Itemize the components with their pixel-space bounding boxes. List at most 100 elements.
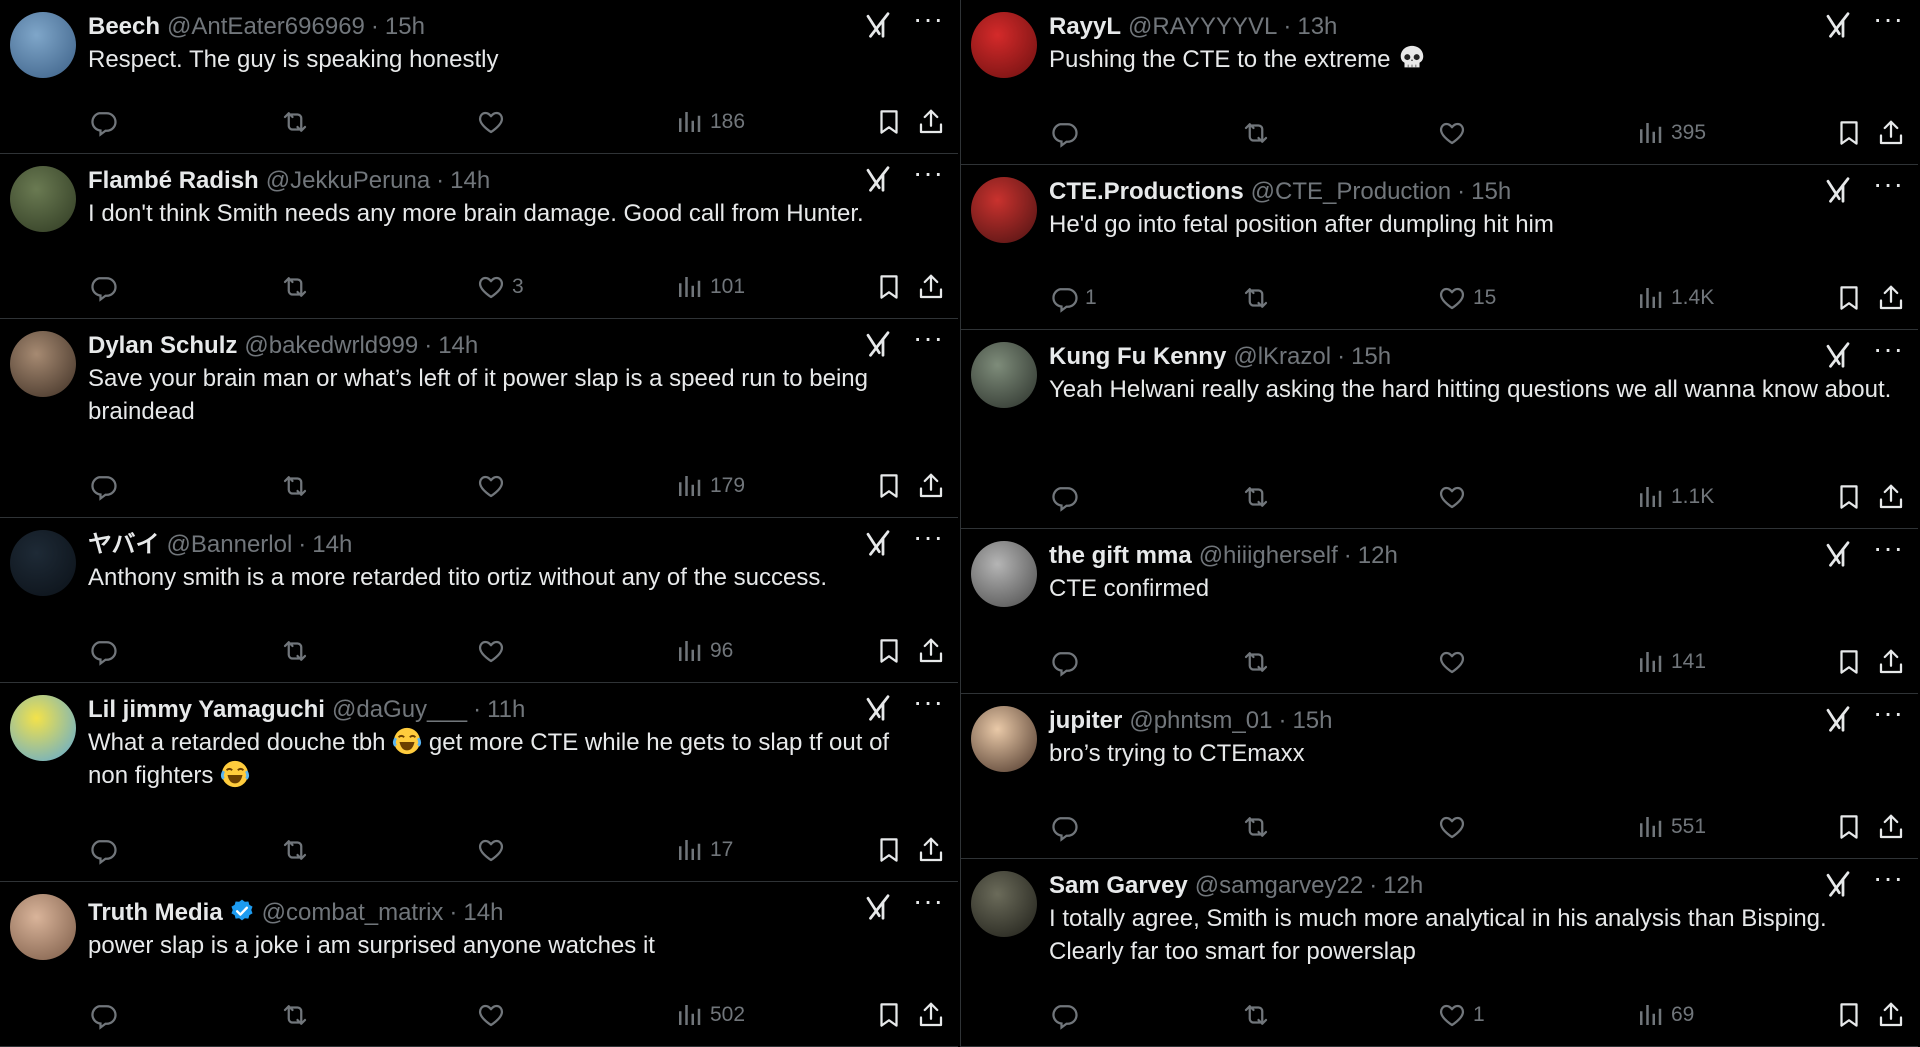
display-name[interactable]: CTE.Productions [1049,177,1244,207]
bookmark-button[interactable] [874,833,904,867]
tweet[interactable]: CTE.Productions @CTE_Production · 15h ··… [961,165,1918,330]
avatar[interactable] [10,695,76,761]
retweet-button[interactable] [1241,480,1271,514]
timestamp[interactable]: 14h [463,898,503,928]
share-button[interactable] [1876,810,1906,844]
display-name[interactable]: Flambé Radish [88,166,259,196]
retweet-button[interactable] [280,105,310,139]
avatar[interactable] [971,541,1037,607]
reply-button[interactable] [88,634,124,668]
retweet-button[interactable] [1241,645,1271,679]
user-handle[interactable]: @lKrazol [1233,342,1331,372]
user-handle[interactable]: @daGuy___ [332,695,467,725]
user-handle[interactable]: @AntEater696969 [167,12,365,42]
like-button[interactable] [476,105,512,139]
user-handle[interactable]: @RAYYYYVL [1128,12,1277,42]
reply-button[interactable] [88,469,124,503]
timestamp[interactable]: 12h [1383,871,1423,901]
reply-button[interactable] [1049,645,1085,679]
retweet-button[interactable] [280,270,310,304]
grok-icon[interactable] [863,164,893,194]
grok-icon[interactable] [1823,10,1853,40]
user-handle[interactable]: @CTE_Production [1251,177,1451,207]
retweet-button[interactable] [1241,116,1271,150]
bookmark-button[interactable] [1834,645,1864,679]
views-button[interactable]: 1.4K [1635,281,1714,315]
share-button[interactable] [916,105,946,139]
display-name[interactable]: jupiter [1049,706,1122,736]
more-options-icon[interactable]: ··· [913,5,944,33]
views-button[interactable]: 141 [1635,645,1706,679]
grok-icon[interactable] [863,528,893,558]
views-button[interactable]: 96 [674,634,733,668]
user-handle[interactable]: @bakedwrld999 [244,331,418,361]
bookmark-button[interactable] [1834,998,1864,1032]
more-options-icon[interactable]: ··· [1873,534,1904,562]
more-options-icon[interactable]: ··· [1873,335,1904,363]
more-options-icon[interactable]: ··· [913,324,944,352]
more-options-icon[interactable]: ··· [1873,5,1904,33]
user-handle[interactable]: @hiiigherself [1199,541,1338,571]
retweet-button[interactable] [280,634,310,668]
tweet[interactable]: Kung Fu Kenny @lKrazol · 15h ··· Yeah He… [961,330,1918,529]
display-name[interactable]: Truth Media [88,898,223,928]
more-options-icon[interactable]: ··· [913,887,944,915]
share-button[interactable] [916,270,946,304]
views-button[interactable]: 1.1K [1635,480,1714,514]
like-button[interactable] [1437,480,1473,514]
like-button[interactable] [1437,645,1473,679]
timestamp[interactable]: 13h [1297,12,1337,42]
user-handle[interactable]: @phntsm_01 [1129,706,1272,736]
more-options-icon[interactable]: ··· [913,159,944,187]
display-name[interactable]: Beech [88,12,160,42]
timestamp[interactable]: 14h [450,166,490,196]
tweet[interactable]: Flambé Radish @JekkuPeruna · 14h ··· I d… [0,154,958,319]
timestamp[interactable]: 15h [1351,342,1391,372]
bookmark-button[interactable] [1834,116,1864,150]
reply-button[interactable] [1049,998,1085,1032]
user-handle[interactable]: @JekkuPeruna [266,166,430,196]
timestamp[interactable]: 15h [385,12,425,42]
bookmark-button[interactable] [1834,281,1864,315]
display-name[interactable]: Sam Garvey [1049,871,1188,901]
views-button[interactable]: 69 [1635,998,1694,1032]
tweet[interactable]: RayyL @RAYYYYVL · 13h ··· Pushing the CT… [961,0,1918,165]
grok-icon[interactable] [1823,869,1853,899]
grok-icon[interactable] [863,693,893,723]
tweet[interactable]: Beech @AntEater696969 · 15h ··· Respect.… [0,0,958,154]
avatar[interactable] [10,12,76,78]
timestamp[interactable]: 12h [1358,541,1398,571]
more-options-icon[interactable]: ··· [1873,170,1904,198]
user-handle[interactable]: @samgarvey22 [1195,871,1363,901]
timestamp[interactable]: 15h [1471,177,1511,207]
reply-button[interactable]: 1 [1049,281,1097,315]
bookmark-button[interactable] [874,998,904,1032]
tweet[interactable]: jupiter @phntsm_01 · 15h ··· bro’s tryin… [961,694,1918,859]
retweet-button[interactable] [1241,810,1271,844]
more-options-icon[interactable]: ··· [913,688,944,716]
avatar[interactable] [971,342,1037,408]
grok-icon[interactable] [1823,539,1853,569]
avatar[interactable] [10,894,76,960]
timestamp[interactable]: 15h [1292,706,1332,736]
avatar[interactable] [10,331,76,397]
display-name[interactable]: RayyL [1049,12,1121,42]
like-button[interactable] [476,634,512,668]
grok-icon[interactable] [1823,340,1853,370]
like-button[interactable] [476,833,512,867]
retweet-button[interactable] [280,469,310,503]
display-name[interactable]: Dylan Schulz [88,331,237,361]
share-button[interactable] [916,469,946,503]
bookmark-button[interactable] [874,469,904,503]
avatar[interactable] [10,530,76,596]
more-options-icon[interactable]: ··· [1873,864,1904,892]
reply-button[interactable] [1049,480,1085,514]
share-button[interactable] [1876,116,1906,150]
user-handle[interactable]: @combat_matrix [262,898,444,928]
retweet-button[interactable] [280,998,310,1032]
avatar[interactable] [971,12,1037,78]
bookmark-button[interactable] [874,105,904,139]
views-button[interactable]: 186 [674,105,745,139]
avatar[interactable] [971,871,1037,937]
tweet[interactable]: Dylan Schulz @bakedwrld999 · 14h ··· Sav… [0,319,958,518]
